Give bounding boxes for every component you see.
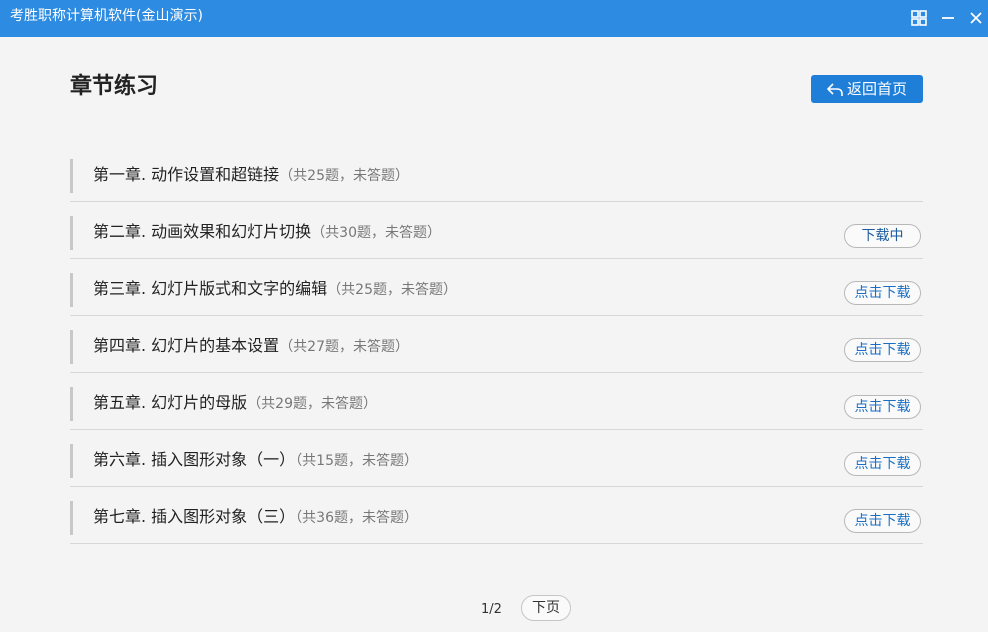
chapter-title: 第二章. 动画效果和幻灯片切换（共30题，未答题） [93,222,441,243]
chapter-row[interactable]: 第二章. 动画效果和幻灯片切换（共30题，未答题） 下载中 [70,202,923,259]
row-marker [70,330,73,364]
minimize-button[interactable] [936,6,960,30]
page-title: 章节练习 [70,74,159,99]
row-marker [70,216,73,250]
chapter-meta: （共29题，未答题） [247,396,378,412]
chapter-title: 第七章. 插入图形对象（三）（共36题，未答题） [93,507,418,528]
chapter-name: 第二章. 动画效果和幻灯片切换 [93,222,312,241]
chapter-name: 第一章. 动作设置和超链接 [93,165,280,184]
back-arrow-icon [827,78,843,106]
chapter-list: 第一章. 动作设置和超链接（共25题，未答题） 第二章. 动画效果和幻灯片切换（… [70,145,923,544]
chapter-row[interactable]: 第五章. 幻灯片的母版（共29题，未答题） 点击下载 [70,373,923,430]
download-button[interactable]: 点击下载 [844,395,921,419]
chapter-row[interactable]: 第四章. 幻灯片的基本设置（共27题，未答题） 点击下载 [70,316,923,373]
chapter-meta: （共25题，未答题） [279,168,410,184]
chapter-name: 第五章. 幻灯片的母版 [93,393,248,412]
chapter-meta: （共27题，未答题） [279,339,410,355]
window-title: 考胜职称计算机软件(金山演示) [10,8,203,24]
download-button[interactable]: 点击下载 [844,338,921,362]
row-marker [70,273,73,307]
chapter-meta: （共30题，未答题） [311,225,442,241]
chapter-row[interactable]: 第六章. 插入图形对象（一）（共15题，未答题） 点击下载 [70,430,923,487]
chapter-name: 第六章. 插入图形对象（一） [93,450,296,469]
close-button[interactable] [964,6,988,30]
download-button[interactable]: 点击下载 [844,281,921,305]
chapter-meta: （共25题，未答题） [327,282,458,298]
minimize-icon [942,17,954,19]
row-marker [70,159,73,193]
grid-icon [911,10,927,26]
chapter-title: 第五章. 幻灯片的母版（共29题，未答题） [93,393,377,414]
download-button[interactable]: 点击下载 [844,452,921,476]
row-marker [70,387,73,421]
chapter-meta: （共36题，未答题） [295,510,419,526]
row-marker [70,501,73,535]
pagination: 1/2 下页 [0,595,988,623]
chapter-title: 第一章. 动作设置和超链接（共25题，未答题） [93,165,409,186]
chapter-name: 第四章. 幻灯片的基本设置 [93,336,280,355]
chapter-row[interactable]: 第一章. 动作设置和超链接（共25题，未答题） [70,145,923,202]
title-bar: 考胜职称计算机软件(金山演示) [0,0,988,37]
next-page-button[interactable]: 下页 [521,595,571,621]
row-marker [70,444,73,478]
chapter-name: 第七章. 插入图形对象（三） [93,507,296,526]
back-home-label: 返回首页 [846,80,907,98]
chapter-title: 第四章. 幻灯片的基本设置（共27题，未答题） [93,336,409,357]
back-home-button[interactable]: 返回首页 [811,75,923,103]
download-button[interactable]: 点击下载 [844,509,921,533]
chapter-row[interactable]: 第七章. 插入图形对象（三）（共36题，未答题） 点击下载 [70,487,923,544]
grid-button[interactable] [907,6,931,30]
chapter-title: 第六章. 插入图形对象（一）（共15题，未答题） [93,450,418,471]
close-icon [970,12,982,24]
chapter-meta: （共15题，未答题） [295,453,419,469]
chapter-row[interactable]: 第三章. 幻灯片版式和文字的编辑（共25题，未答题） 点击下载 [70,259,923,316]
chapter-name: 第三章. 幻灯片版式和文字的编辑 [93,279,328,298]
page-indicator: 1/2 [481,602,502,617]
chapter-title: 第三章. 幻灯片版式和文字的编辑（共25题，未答题） [93,279,457,300]
downloading-button[interactable]: 下载中 [844,224,921,248]
